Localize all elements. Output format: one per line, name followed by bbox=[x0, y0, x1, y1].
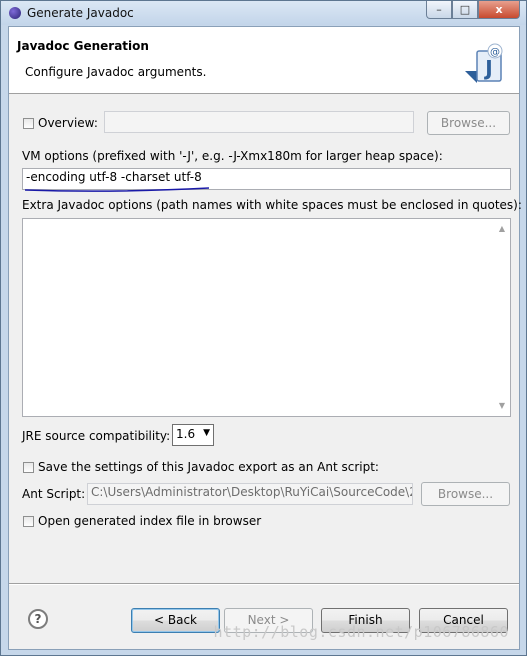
extra-options-textarea[interactable]: ▲ ▼ bbox=[22, 218, 511, 417]
overview-browse-button: Browse... bbox=[427, 111, 510, 135]
eclipse-icon bbox=[9, 7, 21, 19]
dialog-body: Javadoc Generation Configure Javadoc arg… bbox=[8, 26, 522, 650]
banner-description: Configure Javadoc arguments. bbox=[25, 65, 207, 79]
wizard-banner: Javadoc Generation Configure Javadoc arg… bbox=[9, 27, 519, 94]
javadoc-wizard-icon: J @ bbox=[465, 43, 503, 83]
ant-browse-button: Browse... bbox=[421, 482, 510, 506]
minimize-button[interactable]: – bbox=[426, 1, 452, 19]
window-title: Generate Javadoc bbox=[27, 6, 134, 20]
svg-text:@: @ bbox=[490, 47, 500, 58]
scroll-down-arrow-icon[interactable]: ▼ bbox=[496, 400, 508, 412]
vm-options-label: VM options (prefixed with '-J', e.g. -J-… bbox=[22, 149, 443, 163]
vm-options-value: -encoding utf-8 -charset utf-8 bbox=[26, 170, 202, 184]
jre-compat-select[interactable]: 1.6 ▼ bbox=[172, 424, 214, 446]
watermark: http://blog.csdn.net/p106786860 bbox=[213, 623, 509, 641]
ant-script-label: Ant Script: bbox=[22, 487, 86, 501]
save-ant-checkbox[interactable] bbox=[23, 462, 34, 473]
open-index-label: Open generated index file in browser bbox=[38, 514, 262, 528]
title-bar[interactable]: Generate Javadoc – □ x bbox=[1, 1, 526, 25]
overview-checkbox[interactable] bbox=[23, 118, 34, 129]
window-controls: – □ x bbox=[426, 1, 520, 19]
footer-separator bbox=[9, 583, 519, 585]
scroll-up-arrow-icon[interactable]: ▲ bbox=[496, 223, 508, 235]
ant-script-field: C:\Users\Administrator\Desktop\RuYiCai\S… bbox=[87, 483, 413, 505]
jre-compat-label: JRE source compatibility: bbox=[22, 429, 171, 443]
open-index-checkbox[interactable] bbox=[23, 516, 34, 527]
close-button[interactable]: x bbox=[478, 1, 520, 19]
overview-label: Overview: bbox=[38, 116, 98, 130]
save-ant-label: Save the settings of this Javadoc export… bbox=[38, 460, 379, 474]
help-icon[interactable]: ? bbox=[28, 609, 48, 629]
extra-options-label: Extra Javadoc options (path names with w… bbox=[22, 198, 522, 212]
hand-drawn-underline bbox=[24, 187, 210, 192]
back-button[interactable]: < Back bbox=[131, 608, 220, 633]
svg-text:J: J bbox=[483, 56, 492, 80]
banner-title: Javadoc Generation bbox=[17, 39, 149, 53]
overview-path-field bbox=[104, 111, 414, 133]
generate-javadoc-window: Generate Javadoc – □ x Javadoc Generatio… bbox=[0, 0, 527, 656]
chevron-down-icon: ▼ bbox=[203, 428, 210, 438]
maximize-button[interactable]: □ bbox=[452, 1, 478, 19]
jre-compat-value: 1.6 bbox=[176, 427, 196, 441]
